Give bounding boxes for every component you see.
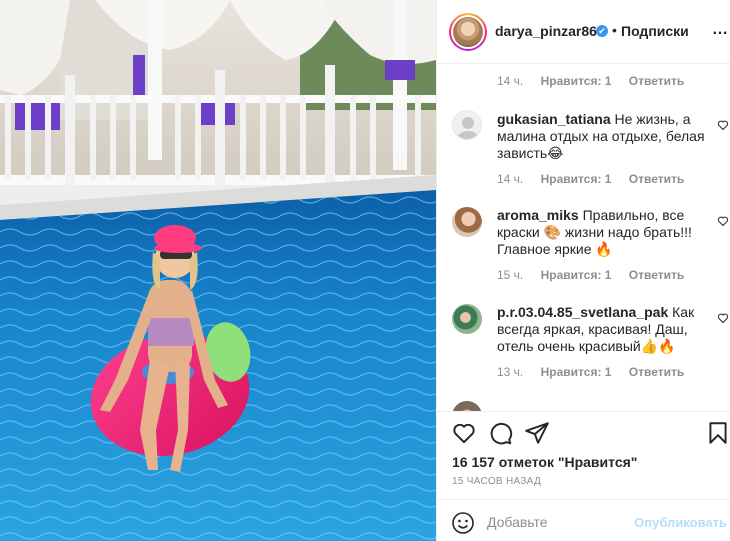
following-button[interactable]: Подписки (621, 23, 689, 39)
heart-icon[interactable] (451, 420, 477, 446)
instagram-post: darya_pinzar86 ✔ • Подписки … 14 ч. Нрав… (0, 0, 730, 541)
comments-list[interactable]: 14 ч. Нравится: 1 Ответить gukasian_tati… (437, 64, 730, 411)
send-icon[interactable] (524, 420, 550, 446)
verified-badge-icon: ✔ (596, 25, 608, 37)
header-separator: • (612, 22, 617, 38)
comment-likes-button[interactable]: Нравится: 1 (541, 268, 612, 282)
comment-body: p.r.03.04.85_svetlana_pak Как всегда ярк… (497, 304, 711, 355)
comment-likes-button[interactable]: Нравится: 1 (541, 365, 612, 379)
commenter-avatar[interactable] (452, 110, 482, 140)
commenter-avatar[interactable] (452, 304, 482, 334)
comment-time: 14 ч. (497, 74, 524, 88)
default-avatar-icon (457, 117, 479, 139)
publish-button[interactable]: Опубликовать (634, 515, 727, 530)
post-timestamp[interactable]: 15 ЧАСОВ НАЗАД (452, 476, 541, 487)
comment-time: 13 ч. (497, 365, 524, 379)
commenter-avatar[interactable] (452, 207, 482, 237)
comment-icon[interactable] (487, 420, 513, 446)
comment-time: 15 ч. (497, 268, 524, 282)
comment-meta: 15 ч. Нравится: 1 Ответить (497, 268, 684, 282)
comment-body: gukasian_tatiana Не жизнь, а малина отды… (497, 111, 711, 162)
commenter-avatar[interactable] (452, 401, 482, 411)
comment-reply-button[interactable]: Ответить (629, 172, 684, 186)
bookmark-icon[interactable] (705, 420, 730, 446)
smiley-icon[interactable] (451, 511, 475, 535)
comment-heart-icon[interactable] (717, 312, 729, 324)
post-photo[interactable] (0, 0, 436, 541)
comment-input[interactable] (487, 510, 627, 534)
likes-count[interactable]: 16 157 отметок "Нравится" (452, 454, 637, 470)
author-avatar[interactable] (449, 13, 487, 51)
comment-time: 14 ч. (497, 172, 524, 186)
post-sidebar: darya_pinzar86 ✔ • Подписки … 14 ч. Нрав… (436, 0, 730, 541)
comment-reply-button[interactable]: Ответить (629, 74, 684, 88)
pool-photo-illustration (0, 0, 436, 541)
comment-meta: 13 ч. Нравится: 1 Ответить (497, 365, 684, 379)
comment-reply-button[interactable]: Ответить (629, 268, 684, 282)
comment-likes-button[interactable]: Нравится: 1 (541, 74, 612, 88)
actions-divider (437, 411, 730, 412)
more-options-icon[interactable]: … (712, 21, 729, 39)
post-header: darya_pinzar86 ✔ • Подписки … (437, 0, 730, 64)
comment-likes-button[interactable]: Нравится: 1 (541, 172, 612, 186)
comment-heart-icon[interactable] (717, 215, 729, 227)
commenter-username[interactable]: aroma_miks (497, 207, 579, 223)
comment-body: aroma_miks Правильно, все краски 🎨 жизни… (497, 207, 711, 258)
comment-meta: 14 ч. Нравится: 1 Ответить (497, 172, 684, 186)
comment-meta: 14 ч. Нравится: 1 Ответить (497, 74, 684, 88)
commenter-username[interactable]: gukasian_tatiana (497, 111, 611, 127)
commenter-username[interactable]: p.r.03.04.85_svetlana_pak (497, 304, 668, 320)
add-comment-bar: Опубликовать (437, 499, 730, 541)
comment-heart-icon[interactable] (717, 119, 729, 131)
comment-reply-button[interactable]: Ответить (629, 365, 684, 379)
author-username[interactable]: darya_pinzar86 (495, 23, 597, 39)
post-actions (437, 420, 730, 450)
